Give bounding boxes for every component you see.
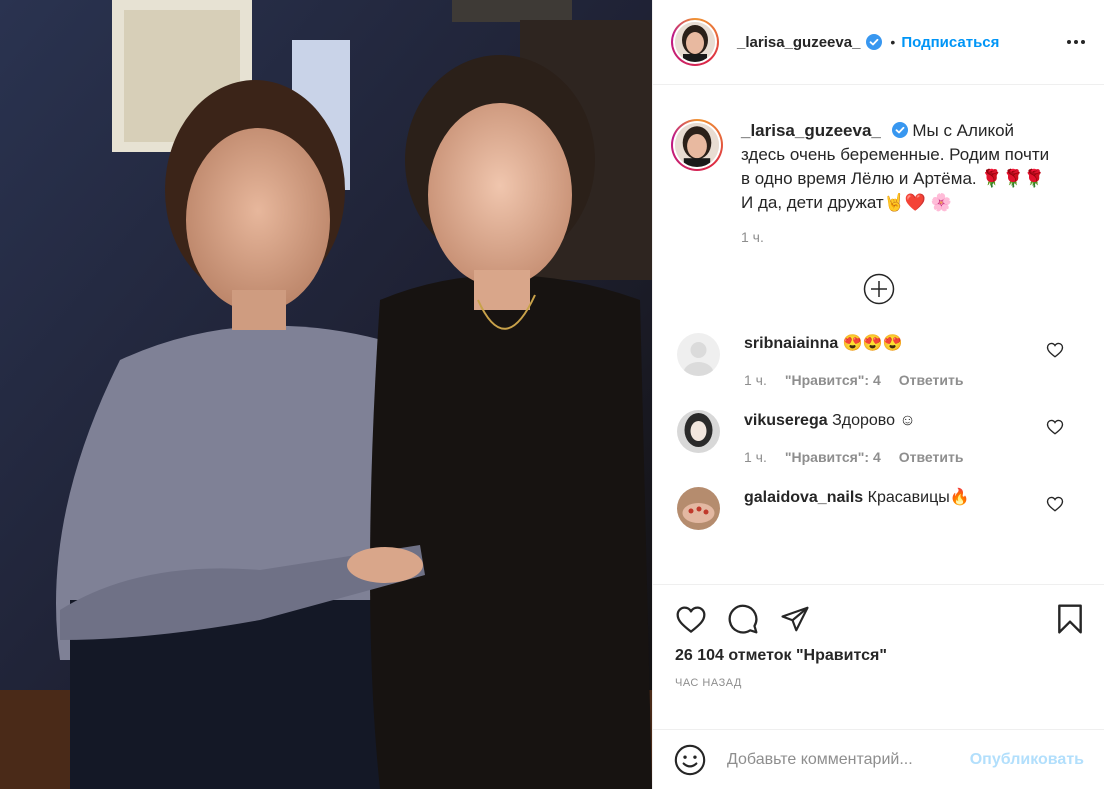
separator-dot: • [890, 34, 896, 51]
author-avatar[interactable] [671, 18, 719, 67]
post-header: _larisa_guzeeva_ • Подписаться [653, 0, 1104, 86]
avatar-image [675, 123, 719, 168]
caption-time[interactable]: 1 ч. [741, 229, 1061, 245]
comment-likes[interactable]: "Нравится": 4 [785, 372, 881, 388]
comment-item: galaidova_nails Красавицы🔥 [653, 487, 1104, 531]
comment-heart-icon[interactable] [1046, 495, 1064, 513]
comments-section[interactable]: _larisa_guzeeva_ Мы с Аликой здесь очень… [653, 85, 1104, 586]
comment-input[interactable] [725, 749, 949, 770]
comment-likes[interactable]: "Нравится": 4 [785, 449, 881, 465]
caption-author-avatar[interactable] [671, 119, 723, 172]
load-more-comments [653, 273, 1104, 305]
bookmark-icon[interactable] [1052, 601, 1088, 637]
likes-count[interactable]: 26 104 отметок "Нравится" [653, 637, 1104, 665]
comment-username[interactable]: sribnaiainna [744, 335, 838, 352]
comment-item: vikuserega Здорово ☺ 1 ч. "Нравится": 4 … [653, 410, 1104, 465]
comment-text: Здорово ☺ [832, 412, 916, 430]
more-options-icon[interactable] [1064, 30, 1088, 54]
commenter-avatar[interactable] [677, 410, 720, 454]
caption-username[interactable]: _larisa_guzeeva_ [741, 121, 881, 140]
comment-item: sribnaiainna 😍😍😍 1 ч. "Нравится": 4 Отве… [653, 333, 1104, 388]
reply-button[interactable]: Ответить [899, 372, 964, 388]
post-photo-illustration [0, 0, 652, 789]
comment-username[interactable]: galaidova_nails [744, 489, 863, 506]
post-caption: _larisa_guzeeva_ Мы с Аликой здесь очень… [653, 85, 1104, 245]
share-paper-plane-icon[interactable] [777, 601, 813, 637]
add-comment-row: Опубликовать [653, 729, 1104, 789]
comment-bubble-icon[interactable] [725, 601, 761, 637]
smiley-emoji-icon[interactable] [673, 743, 707, 777]
post-time[interactable]: час назад [653, 665, 1104, 689]
comment-heart-icon[interactable] [1046, 418, 1064, 436]
verified-badge-icon [866, 34, 883, 51]
publish-button[interactable]: Опубликовать [970, 751, 1084, 769]
reply-button[interactable]: Ответить [899, 449, 964, 465]
avatar-image [675, 22, 715, 63]
commenter-avatar[interactable] [677, 333, 720, 377]
comment-time[interactable]: 1 ч. [744, 449, 767, 465]
comment-text: Красавицы🔥 [867, 489, 970, 507]
verified-badge-icon [891, 122, 908, 139]
comment-time[interactable]: 1 ч. [744, 372, 767, 388]
comment-heart-icon[interactable] [1046, 341, 1064, 359]
post-sidebar: _larisa_guzeeva_ • Подписаться _larisa_g… [652, 0, 1104, 789]
author-username[interactable]: _larisa_guzeeva_ [737, 34, 860, 51]
post-actions: 26 104 отметок "Нравится" час назад Опуб… [653, 585, 1104, 789]
plus-circle-icon[interactable] [863, 273, 895, 305]
like-heart-icon[interactable] [673, 601, 709, 637]
post-photo[interactable] [0, 0, 652, 789]
comment-username[interactable]: vikuserega [744, 412, 828, 429]
follow-button[interactable]: Подписаться [901, 34, 999, 51]
instagram-post: _larisa_guzeeva_ • Подписаться _larisa_g… [0, 0, 1104, 789]
comment-text: 😍😍😍 [842, 335, 903, 353]
commenter-avatar[interactable] [677, 487, 720, 531]
